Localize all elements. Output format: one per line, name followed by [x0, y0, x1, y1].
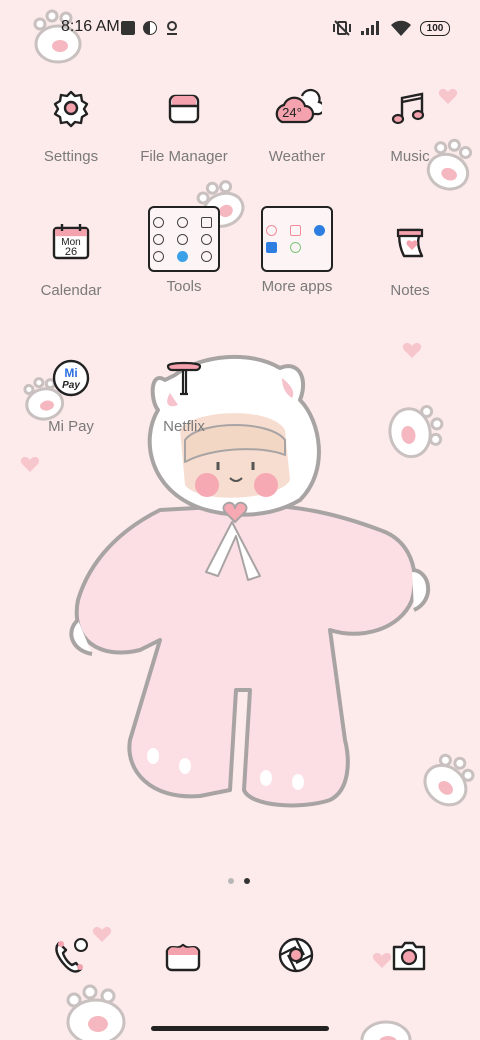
app-label: Music: [390, 148, 430, 165]
mini-app-icon: [266, 225, 277, 236]
weather-temp: 24°: [282, 105, 302, 120]
browser-icon: [278, 937, 314, 973]
app-notification-icon: [121, 21, 135, 35]
app-music[interactable]: Music: [354, 78, 466, 165]
messages-icon: [165, 943, 201, 972]
app-label: Weather: [268, 148, 326, 165]
mini-app-icon: [314, 225, 325, 236]
app-settings[interactable]: Settings: [15, 78, 127, 165]
location-icon: [167, 21, 177, 35]
dock-messages[interactable]: [153, 925, 213, 985]
notes-icon: [396, 228, 424, 258]
app-notes[interactable]: Notes: [354, 212, 466, 299]
app-calendar[interactable]: Mon 26 Calendar: [15, 212, 127, 299]
mini-app-icon: [153, 216, 164, 228]
status-system-icons: 100: [332, 16, 450, 40]
app-label: File Manager: [140, 148, 228, 165]
mini-app-icon: [201, 233, 212, 245]
app-file-manager[interactable]: File Manager: [128, 78, 240, 165]
mini-app-icon: [201, 216, 212, 228]
mi-pay-icon-subtext: Pay: [62, 380, 80, 391]
mini-app-icon: [153, 233, 164, 245]
page-indicator: [228, 878, 250, 884]
music-note-icon: [391, 92, 425, 125]
dock-camera[interactable]: [379, 925, 439, 985]
mini-app-icon: [290, 242, 301, 253]
dock-phone[interactable]: [41, 925, 101, 985]
app-label: Notes: [390, 282, 430, 299]
weather-cloud-icon: 24°: [275, 88, 322, 124]
app-label: Settings: [43, 148, 99, 165]
folder-tools[interactable]: Tools: [128, 206, 240, 295]
page-dot-active[interactable]: [244, 878, 250, 884]
status-notification-icons: [120, 18, 180, 38]
mini-app-icon: [290, 225, 301, 236]
folder-preview: [148, 206, 220, 272]
calendar-icon: Mon 26: [52, 224, 90, 260]
mini-app-icon: [177, 216, 188, 228]
gesture-navigation-bar[interactable]: [151, 1026, 329, 1031]
shield-icon: [143, 21, 157, 35]
mini-app-icon: [177, 250, 188, 262]
dock-browser[interactable]: [266, 925, 326, 985]
status-time: 8:16 AM: [61, 18, 120, 35]
netflix-icon: [166, 361, 202, 396]
signal-icon: [361, 21, 379, 35]
calendar-date: 26: [65, 246, 77, 258]
folder-preview: [261, 206, 333, 272]
vibrate-off-icon: [333, 20, 351, 36]
app-mi-pay[interactable]: Mi Pay Mi Pay: [15, 348, 127, 435]
mini-app-icon: [266, 242, 277, 253]
status-bar: 8:16 AM 100: [0, 0, 480, 56]
dock: [0, 925, 480, 985]
folder-more-apps[interactable]: More apps: [241, 206, 353, 295]
battery-indicator: 100: [420, 20, 450, 36]
app-netflix[interactable]: Netflix: [128, 348, 240, 435]
folder-label: Tools: [166, 278, 202, 295]
mini-app-icon: [153, 250, 164, 262]
app-weather[interactable]: 24° Weather: [241, 78, 353, 165]
phone-icon: [55, 938, 88, 973]
page-dot[interactable]: [228, 878, 234, 884]
mini-app-icon: [177, 233, 188, 245]
app-label: Calendar: [40, 282, 102, 299]
mini-app-icon: [201, 250, 212, 262]
folder-label: More apps: [261, 278, 333, 295]
camera-icon: [392, 941, 426, 971]
app-label: Mi Pay: [48, 418, 94, 435]
wifi-icon: [391, 20, 411, 36]
mi-pay-icon: Mi Pay: [52, 359, 90, 397]
app-label: Netflix: [163, 418, 205, 435]
gear-icon: [53, 90, 89, 128]
mi-pay-icon-text: Mi: [64, 366, 77, 380]
folder-icon: [168, 94, 200, 124]
